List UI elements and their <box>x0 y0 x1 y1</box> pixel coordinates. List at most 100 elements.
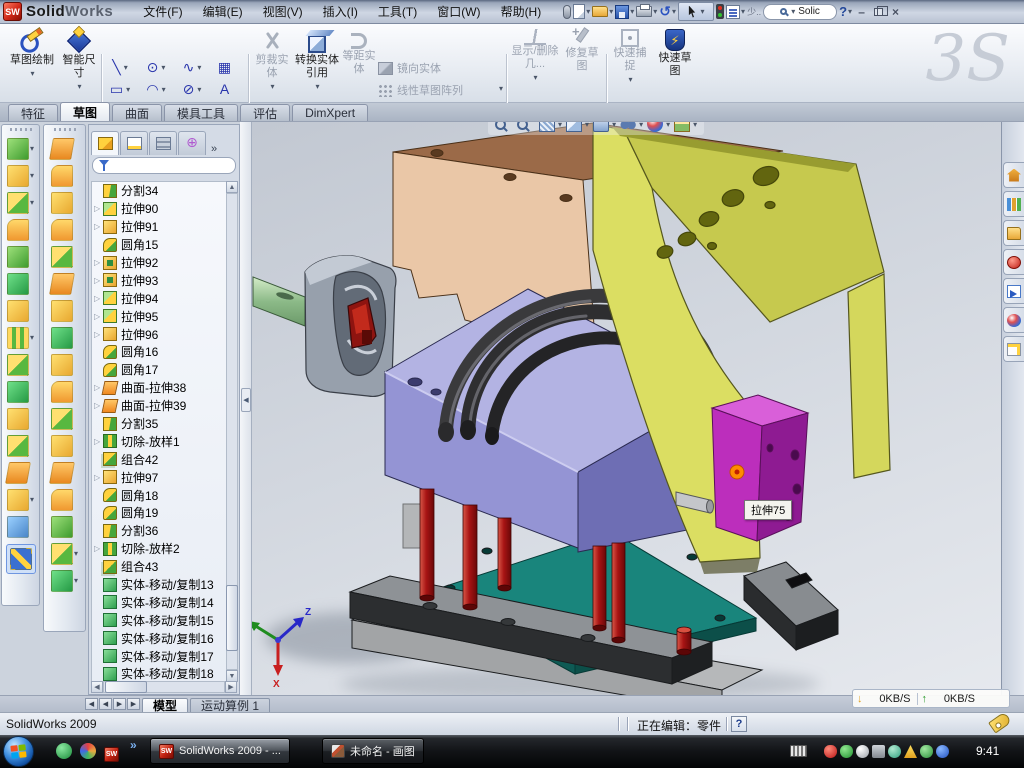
menu-item[interactable]: 窗口(W) <box>429 1 488 22</box>
feature-tool-button[interactable]: ▾ <box>7 162 34 189</box>
status-help-button[interactable]: ? <box>731 716 747 732</box>
tray-icon[interactable] <box>872 745 885 758</box>
tree-item[interactable]: ▷ 拉伸96 <box>92 325 227 343</box>
sketch-tool-button[interactable]: ▾ <box>51 324 78 351</box>
sketch-entity-button[interactable]: ⊘▾ <box>174 78 210 100</box>
search-value[interactable]: Solic <box>798 6 820 17</box>
sketch-entity-button[interactable]: ╲▾ <box>102 56 138 78</box>
task-pane-tab[interactable] <box>1003 191 1024 217</box>
tree-hscrollbar-thumb[interactable] <box>105 681 147 693</box>
expand-arrow-icon[interactable]: ▷ <box>94 294 103 303</box>
ribbon-tab[interactable]: 草图 <box>60 102 110 121</box>
sketch-tool-button[interactable]: ▾ <box>51 216 78 243</box>
feature-tool-button[interactable]: ▾ <box>7 324 34 351</box>
tray-icon[interactable] <box>856 745 869 758</box>
select-tool-button[interactable]: ▾ <box>678 3 714 20</box>
smart-dimension-button[interactable]: 智能尺寸▾ <box>58 29 100 93</box>
taskbar-window-button[interactable]: SWSolidWorks 2009 - ... <box>150 738 290 764</box>
expand-arrow-icon[interactable]: ▷ <box>94 330 103 339</box>
panel-splitter[interactable]: ◀ <box>240 122 252 695</box>
tray-icon[interactable] <box>840 745 853 758</box>
tree-item[interactable]: ▷ 分割35 <box>92 415 227 433</box>
menu-item[interactable]: 视图(V) <box>255 1 311 22</box>
part-ejector-rod[interactable] <box>253 277 305 326</box>
tree-item[interactable]: ▷ 曲面-拉伸38 <box>92 379 227 397</box>
tree-item[interactable]: ▷ 拉伸93 <box>92 271 227 289</box>
expand-arrow-icon[interactable]: ▷ <box>94 473 103 482</box>
tree-item[interactable]: ▷ 圆角16 <box>92 343 227 361</box>
sketch-tool-button[interactable]: ▾ <box>51 351 78 378</box>
feature-tool-button[interactable]: ▾ <box>7 459 34 486</box>
ribbon-tab[interactable]: DimXpert <box>292 104 368 121</box>
tab-property-manager[interactable] <box>120 131 148 155</box>
tree-item[interactable]: ▷ 圆角15 <box>92 236 227 254</box>
feature-tool-button[interactable]: ▾ <box>7 513 34 540</box>
quicklaunch-media-icon[interactable] <box>80 743 96 759</box>
new-document-button[interactable]: ▾ <box>573 3 590 20</box>
tree-item[interactable]: ▷ 圆角18 <box>92 486 227 504</box>
sketch-entity-button[interactable]: ∿▾ <box>174 56 210 78</box>
feature-tool-button[interactable]: ▾ <box>7 270 34 297</box>
sketch-tool-button[interactable]: ▾ <box>51 135 78 162</box>
last-tab-button[interactable]: ▶ <box>127 698 140 710</box>
pin-toolbar-icon[interactable] <box>563 3 571 20</box>
expand-arrow-icon[interactable]: ▷ <box>94 204 103 213</box>
keyboard-layout-icon[interactable] <box>790 745 807 757</box>
start-button[interactable] <box>3 736 34 767</box>
tab-feature-manager[interactable] <box>91 131 119 155</box>
tree-item[interactable]: ▷ 切除-放样2 <box>92 540 227 558</box>
feature-tool-button[interactable]: ▾ <box>7 486 34 513</box>
part-gray-post[interactable] <box>403 504 421 548</box>
sketch-entity-button[interactable]: ▦▾ <box>210 56 246 78</box>
panel-overflow-chevron[interactable]: » <box>211 143 217 155</box>
selected-tool-button[interactable] <box>6 544 36 574</box>
tree-item[interactable]: ▷ 曲面-拉伸39 <box>92 397 227 415</box>
tree-item[interactable]: ▷ 切除-放样1 <box>92 432 227 450</box>
hud-icon[interactable] <box>539 122 555 132</box>
sketch-tool-button[interactable]: ▾ <box>51 297 78 324</box>
tree-item[interactable]: ▷ 拉伸94 <box>92 289 227 307</box>
options-button[interactable]: ▾ <box>726 3 745 20</box>
feature-tool-button[interactable]: ▾ <box>7 432 34 459</box>
document-tab[interactable]: 运动算例 1 <box>190 698 270 713</box>
hud-icon[interactable] <box>593 122 609 132</box>
hud-icon[interactable] <box>495 122 506 130</box>
tree-item[interactable]: ▷ 实体-移动/复制18 <box>92 665 227 682</box>
tray-icon[interactable] <box>904 745 917 758</box>
feature-tool-button[interactable]: ▾ <box>7 405 34 432</box>
tree-item[interactable]: ▷ 圆角19 <box>92 504 227 522</box>
part-right-rail[interactable] <box>744 562 838 650</box>
toolbar-grip[interactable] <box>54 128 76 131</box>
task-pane-tab[interactable] <box>1003 307 1024 333</box>
tree-item[interactable]: ▷ 实体-移动/复制16 <box>92 629 227 647</box>
rapid-sketch-button[interactable]: ⚡ 快速草图 <box>654 29 696 78</box>
tab-configuration-manager[interactable] <box>149 131 177 155</box>
rebuild-button[interactable] <box>716 3 724 20</box>
sketch-tool-button[interactable]: ▾ <box>51 540 78 567</box>
tree-item[interactable]: ▷ 拉伸97 <box>92 468 227 486</box>
tree-item[interactable]: ▷ 实体-移动/复制13 <box>92 576 227 594</box>
sketch-entity-button[interactable]: ⊙▾ <box>138 56 174 78</box>
task-pane-tab[interactable] <box>1003 220 1024 246</box>
task-pane-tab[interactable] <box>1003 249 1024 275</box>
tray-icon[interactable] <box>920 745 933 758</box>
hud-icon[interactable] <box>647 122 663 132</box>
expand-arrow-icon[interactable]: ▷ <box>94 544 103 553</box>
quicklaunch-messenger-icon[interactable] <box>56 743 72 759</box>
sketch-entity-button[interactable]: A▾ <box>210 78 246 100</box>
sketch-tool-button[interactable]: ▾ <box>51 567 78 594</box>
document-tab[interactable]: 模型 <box>142 698 188 713</box>
ribbon-tab[interactable]: 特征 <box>8 104 58 121</box>
tree-filter-bar[interactable] <box>92 157 236 174</box>
feature-tool-button[interactable]: ▾ <box>7 243 34 270</box>
feature-tool-button[interactable]: ▾ <box>7 297 34 324</box>
expand-arrow-icon[interactable]: ▷ <box>94 437 103 446</box>
doc-minimize-button[interactable]: – <box>928 122 945 125</box>
tree-item[interactable]: ▷ 拉伸95 <box>92 307 227 325</box>
ribbon-tab[interactable]: 评估 <box>240 104 290 121</box>
task-pane-tab[interactable] <box>1003 278 1024 304</box>
part-clamp-block[interactable] <box>305 256 396 397</box>
sketch-tool-button[interactable]: ▾ <box>51 486 78 513</box>
tray-icon[interactable] <box>824 745 837 758</box>
tree-item[interactable]: ▷ 拉伸91 <box>92 218 227 236</box>
